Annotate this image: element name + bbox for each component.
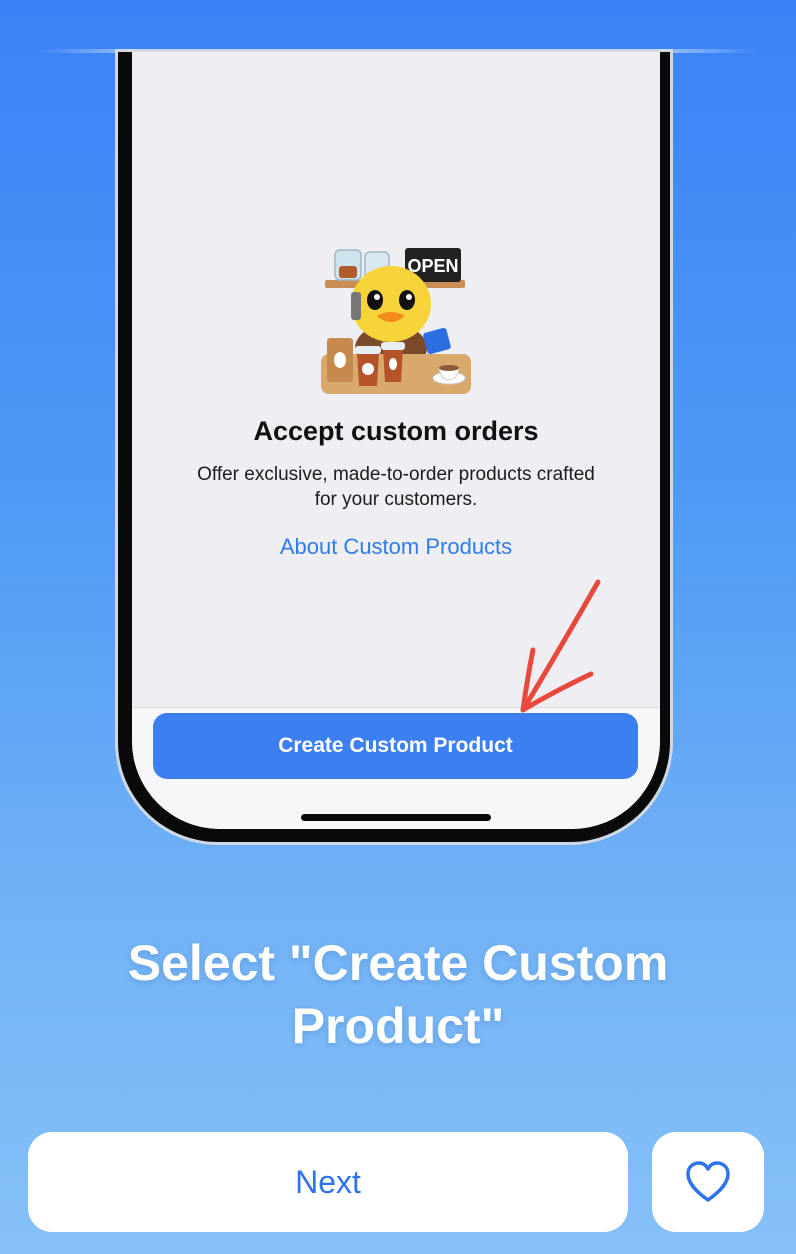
phone-screen: OPEN Accept custom orders Offer exclusiv… <box>132 52 660 829</box>
about-custom-products-link[interactable]: About Custom Products <box>132 534 660 560</box>
duck-head <box>351 266 431 342</box>
screen-title: Accept custom orders <box>253 416 539 446</box>
create-custom-product-button[interactable]: Create Custom Product <box>153 713 638 779</box>
next-button[interactable]: Next <box>28 1132 628 1232</box>
heart-outline-icon <box>686 1161 730 1202</box>
favorite-button[interactable] <box>652 1132 764 1232</box>
screen-description: Offer exclusive, made-to-order products … <box>197 464 595 510</box>
open-sign-text: OPEN <box>407 256 458 276</box>
home-indicator <box>301 814 491 821</box>
instruction-headline: Select "Create Custom Product" <box>127 935 669 1054</box>
duck-shop-illustration: OPEN <box>321 248 471 394</box>
